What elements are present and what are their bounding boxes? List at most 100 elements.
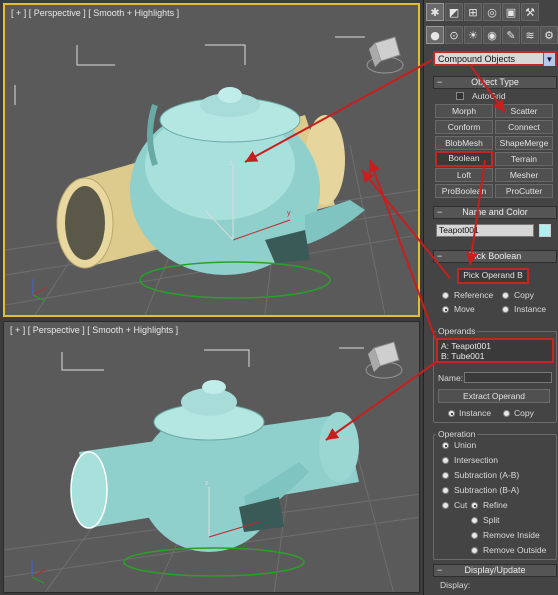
subtraction-ba-radio[interactable]	[442, 487, 449, 494]
remove-inside-radio[interactable]	[471, 532, 478, 539]
viewport-scene-top: z y	[5, 36, 418, 315]
subtraction-ba-label: Subtraction (B-A)	[454, 485, 520, 495]
object-color-swatch[interactable]	[539, 224, 551, 237]
union-label: Union	[454, 440, 477, 450]
systems-icon[interactable]: ⚙	[540, 26, 558, 44]
conform-button[interactable]: Conform	[435, 120, 493, 134]
shapes-icon[interactable]: ⊙	[445, 26, 463, 44]
rollout-title: Object Type	[471, 77, 519, 87]
cut-label: Cut	[454, 500, 468, 510]
rollout-title: Display/Update	[464, 565, 526, 575]
blobmesh-button[interactable]: BlobMesh	[435, 136, 493, 150]
extract-copy-label: Copy	[514, 408, 534, 418]
move-radio[interactable]	[442, 306, 449, 313]
command-panel: ✱ ◩ ⊞ ◎ ▣ ⚒ ● ⊙ ☀ ◉ ✎ ≋ ⚙ Compound Objec…	[423, 0, 558, 595]
collapse-icon: −	[437, 77, 443, 87]
loft-button[interactable]: Loft	[435, 168, 493, 182]
svg-text:y: y	[287, 210, 291, 217]
subtraction-ab-radio[interactable]	[442, 472, 449, 479]
operation-title: Operation	[436, 429, 478, 439]
refine-label: Refine	[483, 500, 508, 510]
rollout-object-type[interactable]: − Object Type	[433, 76, 557, 89]
axis-tripod	[32, 279, 48, 302]
proboolean-button[interactable]: ProBoolean	[435, 184, 493, 198]
viewport-perspective-bottom[interactable]: z [ + ] [ Perspective ] [ Smooth + Highl…	[3, 321, 420, 593]
collapse-icon: −	[437, 207, 443, 217]
rollout-title: Name and Color	[462, 207, 528, 217]
reference-radio[interactable]	[442, 292, 449, 299]
remove-outside-radio[interactable]	[471, 547, 478, 554]
morph-button[interactable]: Morph	[435, 104, 493, 118]
copy-radio[interactable]	[502, 292, 509, 299]
shapemerge-button[interactable]: ShapeMerge	[495, 136, 553, 150]
extract-instance-label: Instance	[459, 408, 492, 418]
refine-radio[interactable]	[471, 502, 478, 509]
lights-icon[interactable]: ☀	[464, 26, 482, 44]
move-label: Move	[454, 304, 475, 314]
rollout-title: Pick Boolean	[468, 251, 522, 261]
mesher-button[interactable]: Mesher	[495, 168, 553, 182]
extract-operand-button[interactable]: Extract Operand	[438, 389, 550, 403]
extract-instance-radio[interactable]	[448, 410, 455, 417]
scatter-button[interactable]: Scatter	[495, 104, 553, 118]
rollout-name-and-color[interactable]: − Name and Color	[433, 206, 557, 219]
hierarchy-icon[interactable]: ⊞	[464, 3, 482, 21]
category-dropdown-value: Compound Objects	[438, 54, 516, 64]
rollout-pick-boolean[interactable]: − Pick Boolean	[433, 250, 557, 263]
display-label: Display:	[440, 580, 471, 590]
operand-name-label: Name:	[438, 373, 464, 383]
motion-icon[interactable]: ◎	[483, 3, 501, 21]
utilities-icon[interactable]: ⚒	[521, 3, 539, 21]
svg-text:z: z	[205, 480, 209, 487]
operand-item[interactable]: A: Teapot001	[441, 341, 549, 351]
modify-icon[interactable]: ◩	[445, 3, 463, 21]
instance-label: Instance	[514, 304, 547, 314]
operands-list[interactable]: A: Teapot001 B: Tube001	[436, 338, 554, 363]
helpers-icon[interactable]: ✎	[502, 26, 520, 44]
autogrid-label: AutoGrid	[472, 91, 506, 101]
chevron-down-icon[interactable]: ▼	[543, 53, 555, 66]
copy-label: Copy	[514, 290, 534, 300]
pick-operand-b-button[interactable]: Pick Operand B	[457, 268, 529, 284]
display-icon[interactable]: ▣	[502, 3, 520, 21]
operation-group	[433, 434, 557, 560]
intersection-radio[interactable]	[442, 457, 449, 464]
spacewarps-icon[interactable]: ≋	[521, 26, 539, 44]
autogrid-checkbox[interactable]	[456, 92, 464, 100]
boolean-result-object	[70, 380, 359, 552]
subtraction-ab-label: Subtraction (A-B)	[454, 470, 520, 480]
extract-copy-radio[interactable]	[503, 410, 510, 417]
union-radio[interactable]	[442, 442, 449, 449]
create-icon[interactable]: ✱	[426, 3, 444, 21]
cameras-icon[interactable]: ◉	[483, 26, 501, 44]
procutter-button[interactable]: ProCutter	[495, 184, 553, 198]
terrain-button[interactable]: Terrain	[495, 152, 553, 166]
viewport-perspective-top[interactable]: z y [ + ] [ Perspective ] [ Smooth + Hig…	[3, 3, 420, 317]
geometry-icon[interactable]: ●	[426, 26, 444, 44]
rollout-display-update[interactable]: − Display/Update	[433, 564, 557, 577]
remove-outside-label: Remove Outside	[483, 545, 547, 555]
boolean-button[interactable]: Boolean	[435, 151, 493, 167]
main-tabs: ✱ ◩ ⊞ ◎ ▣ ⚒	[426, 3, 539, 23]
viewcube-icon[interactable]	[365, 341, 403, 379]
viewport-label[interactable]: [ + ] [ Perspective ] [ Smooth + Highlig…	[11, 8, 179, 18]
category-dropdown[interactable]: Compound Objects ▼	[433, 51, 557, 66]
create-subtabs: ● ⊙ ☀ ◉ ✎ ≋ ⚙	[426, 26, 558, 46]
connect-button[interactable]: Connect	[495, 120, 553, 134]
operand-name-field[interactable]	[464, 372, 552, 383]
collapse-icon: −	[437, 565, 443, 575]
intersection-label: Intersection	[454, 455, 498, 465]
reference-label: Reference	[454, 290, 494, 300]
split-radio[interactable]	[471, 517, 478, 524]
selection-circle	[123, 547, 305, 577]
remove-inside-label: Remove Inside	[483, 530, 540, 540]
instance-radio[interactable]	[502, 306, 509, 313]
viewcube-icon[interactable]	[366, 36, 404, 74]
collapse-icon: −	[437, 251, 443, 261]
white-brackets	[61, 347, 364, 371]
operand-item[interactable]: B: Tube001	[441, 351, 549, 361]
viewport-label[interactable]: [ + ] [ Perspective ] [ Smooth + Highlig…	[10, 325, 178, 335]
operands-title: Operands	[436, 326, 478, 336]
cut-radio[interactable]	[442, 502, 449, 509]
object-name-field[interactable]: Teapot001	[436, 224, 534, 237]
